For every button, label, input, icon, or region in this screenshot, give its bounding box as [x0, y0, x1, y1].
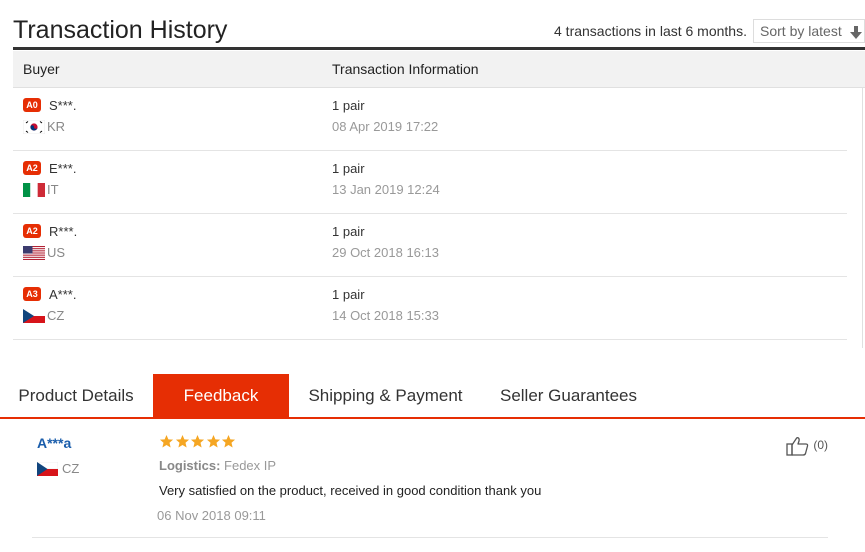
tab-seller-guarantees[interactable]: Seller Guarantees [482, 374, 655, 418]
transaction-date: 13 Jan 2019 12:24 [332, 182, 440, 197]
transaction-date: 29 Oct 2018 16:13 [332, 245, 439, 260]
cz-flag-icon [23, 309, 45, 323]
star-icon [221, 434, 236, 448]
helpful-button[interactable]: (0) [786, 436, 828, 456]
product-tabs: Product Details Feedback Shipping & Paym… [0, 374, 865, 419]
buyer-name: A***. [49, 287, 77, 302]
cz-flag-icon [37, 462, 58, 476]
column-buyer: Buyer [23, 61, 60, 77]
buyer-name: R***. [49, 224, 78, 239]
feedback-divider [32, 537, 828, 538]
arrow-down-icon [850, 26, 862, 39]
feedback-comment: Very satisfied on the product, received … [159, 483, 542, 498]
thumbs-up-icon [786, 437, 809, 456]
buyer-country: CZ [47, 308, 65, 323]
logistics-value: Fedex IP [224, 458, 277, 473]
helpful-count: (0) [813, 438, 829, 453]
star-icon [159, 434, 174, 448]
transaction-date: 08 Apr 2019 17:22 [332, 119, 439, 134]
table-row: A0 S***. KR 1 pair 08 Apr 2019 17:22 [13, 88, 847, 151]
transaction-quantity: 1 pair [332, 161, 365, 176]
star-icon [206, 434, 220, 448]
logistics-info: Logistics: Fedex IP [159, 458, 276, 473]
star-icon [190, 434, 205, 448]
feedback-country: CZ [62, 461, 80, 476]
table-row: A3 A***. CZ 1 pair 14 Oct 2018 15:33 [13, 277, 847, 340]
sort-label: Sort by latest [760, 23, 842, 39]
transaction-date: 14 Oct 2018 15:33 [332, 308, 439, 323]
tab-product-details[interactable]: Product Details [0, 374, 152, 418]
logistics-label: Logistics: [159, 458, 221, 473]
buyer-name: S***. [49, 98, 77, 113]
star-icon [175, 434, 189, 448]
buyer-country: IT [47, 182, 59, 197]
transaction-quantity: 1 pair [332, 287, 365, 302]
buyer-level-badge: A2 [23, 224, 41, 238]
buyer-level-badge: A2 [23, 161, 41, 175]
buyer-level-badge: A0 [23, 98, 41, 112]
transaction-quantity: 1 pair [332, 224, 365, 239]
table-row: A2 E***. IT 1 pair 13 Jan 2019 12:24 [13, 151, 847, 214]
it-flag-icon [23, 183, 45, 197]
transaction-quantity: 1 pair [332, 98, 365, 113]
feedback-user-link[interactable]: A***a [37, 435, 71, 451]
column-transaction-info: Transaction Information [332, 61, 479, 77]
scroll-divider [862, 88, 863, 348]
page-title: Transaction History [13, 16, 228, 44]
buyer-country: KR [47, 119, 66, 134]
feedback-date: 06 Nov 2018 09:11 [157, 508, 266, 523]
star-rating [159, 434, 237, 450]
transaction-summary: 4 transactions in last 6 months. [554, 23, 747, 39]
tab-feedback[interactable]: Feedback [153, 374, 289, 418]
buyer-level-badge: A3 [23, 287, 41, 301]
table-header: Buyer Transaction Information [13, 51, 865, 88]
transaction-history-header: Transaction History 4 transactions in la… [13, 14, 865, 50]
us-flag-icon [23, 246, 45, 260]
buyer-name: E***. [49, 161, 77, 176]
table-row: A2 R***. US 1 pair 29 Oct 2018 16:13 [13, 214, 847, 277]
tab-shipping-payment[interactable]: Shipping & Payment [291, 374, 480, 418]
buyer-country: US [47, 245, 66, 260]
kr-flag-icon [23, 120, 45, 134]
sort-dropdown[interactable]: Sort by latest [753, 19, 865, 43]
